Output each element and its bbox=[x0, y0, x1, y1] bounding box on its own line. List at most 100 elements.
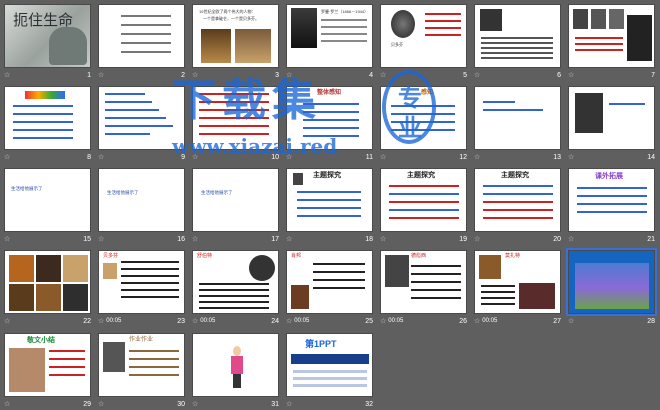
slide-timing[interactable]: 00:05 bbox=[200, 318, 215, 324]
text-line bbox=[199, 295, 269, 297]
slide-transition-icon[interactable]: ☆ bbox=[380, 71, 386, 79]
slide-transition-icon[interactable]: ☆ bbox=[568, 153, 574, 161]
photo bbox=[103, 342, 125, 372]
slide-transition-icon[interactable]: ☆ bbox=[4, 235, 10, 243]
slide-transition-icon[interactable]: ☆ bbox=[568, 317, 574, 325]
slide-thumbnail-20[interactable]: 主题探究 bbox=[474, 168, 561, 232]
text-line bbox=[105, 109, 159, 111]
slide-thumbnail-5[interactable]: 贝多芬 bbox=[380, 4, 467, 68]
text-line bbox=[321, 33, 367, 35]
text-line bbox=[389, 185, 459, 187]
slide-transition-icon[interactable]: ☆ bbox=[474, 235, 480, 243]
photo bbox=[479, 255, 501, 279]
slide-transition-icon[interactable]: ☆ bbox=[474, 317, 480, 325]
text-line bbox=[121, 42, 171, 44]
slide-transition-icon[interactable]: ☆ bbox=[192, 400, 198, 408]
text-line bbox=[425, 20, 461, 22]
slide-thumbnail-15[interactable]: 生活给他展示了 bbox=[4, 168, 91, 232]
text-line bbox=[411, 297, 461, 299]
slide-thumbnail-27[interactable]: 莫扎特 bbox=[474, 250, 561, 314]
slide-transition-icon[interactable]: ☆ bbox=[286, 400, 292, 408]
slide-text: 生活给他展示了 bbox=[11, 186, 43, 191]
slide-meta-27: ☆ 00:05 27 bbox=[474, 315, 561, 327]
slide-thumbnail-18[interactable]: 主题探究 bbox=[286, 168, 373, 232]
slide-transition-icon[interactable]: ☆ bbox=[380, 235, 386, 243]
slide-thumbnail-29[interactable]: 敬文小结 bbox=[4, 333, 91, 397]
text-line bbox=[105, 133, 150, 135]
slide-meta-16: ☆ 16 bbox=[98, 233, 185, 245]
slide-meta-24: ☆ 00:05 24 bbox=[192, 315, 279, 327]
slide-thumbnail-21[interactable]: 课外拓展 bbox=[568, 168, 655, 232]
slide-text: 贝多芬 bbox=[391, 42, 403, 47]
slide-transition-icon[interactable]: ☆ bbox=[568, 71, 574, 79]
slide-transition-icon[interactable]: ☆ bbox=[98, 235, 104, 243]
slide-transition-icon[interactable]: ☆ bbox=[474, 71, 480, 79]
slide-thumbnail-8[interactable] bbox=[4, 86, 91, 150]
text-line bbox=[425, 34, 461, 36]
slide-number: 17 bbox=[271, 235, 279, 243]
slide-thumbnail-2[interactable] bbox=[98, 4, 185, 68]
slide-transition-icon[interactable]: ☆ bbox=[380, 153, 386, 161]
slide-thumbnail-19[interactable]: 主题探究 bbox=[380, 168, 467, 232]
slide-thumbnail-1[interactable]: 扼住生命 bbox=[4, 4, 91, 68]
slide-thumbnail-23[interactable]: 贝多芬 bbox=[98, 250, 185, 314]
photo bbox=[609, 9, 624, 29]
slide-title: 德彪西 bbox=[411, 253, 427, 259]
slide-transition-icon[interactable]: ☆ bbox=[4, 317, 10, 325]
text-line bbox=[483, 217, 553, 219]
slide-timing[interactable]: 00:05 bbox=[388, 318, 403, 324]
slide-title: 莫扎特 bbox=[505, 253, 521, 259]
slide-meta-23: ☆ 00:05 23 bbox=[98, 315, 185, 327]
slide-timing[interactable]: 00:05 bbox=[106, 318, 121, 324]
watermark-badge: 专 业 bbox=[382, 70, 436, 144]
painting bbox=[235, 29, 271, 63]
slide-timing[interactable]: 00:05 bbox=[294, 318, 309, 324]
slide-title: 敬文小结 bbox=[27, 337, 55, 344]
slide-thumbnail-26[interactable]: 德彪西 bbox=[380, 250, 467, 314]
slide-thumbnail-13[interactable] bbox=[474, 86, 561, 150]
slide-meta-13: ☆ 13 bbox=[474, 151, 561, 163]
slide-thumbnail-22[interactable] bbox=[4, 250, 91, 314]
slide-transition-icon[interactable]: ☆ bbox=[380, 317, 386, 325]
slide-transition-icon[interactable]: ☆ bbox=[286, 317, 292, 325]
slide-title: 扼住生命 bbox=[13, 11, 74, 29]
slide-thumbnail-16[interactable]: 生活给他展示了 bbox=[98, 168, 185, 232]
text-line bbox=[199, 301, 269, 303]
slide-timing[interactable]: 00:05 bbox=[482, 318, 497, 324]
slide-thumbnail-7[interactable] bbox=[568, 4, 655, 68]
slide-thumbnail-24[interactable]: 舒伯特 bbox=[192, 250, 279, 314]
slide-thumbnail-30[interactable]: 作业作业 bbox=[98, 333, 185, 397]
slide-thumbnail-3[interactable]: 19世纪全欧了两个伟大的人物： 一个是拿破仑，一个是贝多芬。 bbox=[192, 4, 279, 68]
slide-thumbnail-4[interactable]: 罗曼·罗兰（1866－1944） bbox=[286, 4, 373, 68]
slide-transition-icon[interactable]: ☆ bbox=[568, 235, 574, 243]
slide-transition-icon[interactable]: ☆ bbox=[474, 153, 480, 161]
slide-title: 课外拓展 bbox=[595, 173, 623, 180]
slide-thumbnail-32[interactable]: 第1PPT bbox=[286, 333, 373, 397]
slide-transition-icon[interactable]: ☆ bbox=[192, 235, 198, 243]
slide-transition-icon[interactable]: ☆ bbox=[192, 317, 198, 325]
slide-thumbnail-14[interactable] bbox=[568, 86, 655, 150]
slide-thumbnail-28[interactable] bbox=[566, 248, 657, 316]
text-line bbox=[49, 350, 85, 352]
slide-transition-icon[interactable]: ☆ bbox=[286, 235, 292, 243]
slide-transition-icon[interactable]: ☆ bbox=[98, 153, 104, 161]
slide-transition-icon[interactable]: ☆ bbox=[98, 71, 104, 79]
text-line bbox=[575, 49, 623, 51]
slide-thumbnail-17[interactable]: 生活给他展示了 bbox=[192, 168, 279, 232]
slide-meta-6: ☆ 6 bbox=[474, 69, 561, 81]
text-line bbox=[199, 283, 269, 285]
slide-transition-icon[interactable]: ☆ bbox=[98, 317, 104, 325]
text-line bbox=[121, 289, 179, 291]
slide-transition-icon[interactable]: ☆ bbox=[4, 71, 10, 79]
image bbox=[575, 263, 649, 309]
slide-thumbnail-25[interactable]: 肖邦 bbox=[286, 250, 373, 314]
text-line bbox=[483, 209, 553, 211]
photo bbox=[293, 173, 303, 185]
slide-transition-icon[interactable]: ☆ bbox=[4, 153, 10, 161]
slide-number: 29 bbox=[83, 400, 91, 408]
slide-transition-icon[interactable]: ☆ bbox=[98, 400, 104, 408]
slide-thumbnail-31[interactable] bbox=[192, 333, 279, 397]
text-line bbox=[577, 195, 647, 197]
slide-transition-icon[interactable]: ☆ bbox=[4, 400, 10, 408]
slide-thumbnail-6[interactable] bbox=[474, 4, 561, 68]
